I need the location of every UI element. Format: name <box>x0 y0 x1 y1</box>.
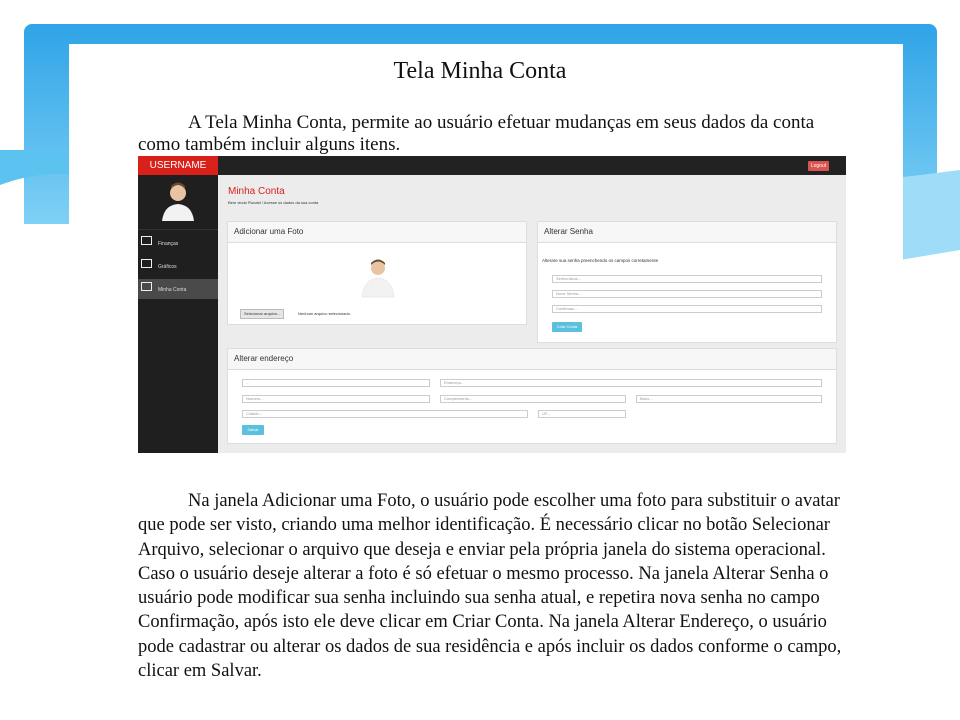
neighborhood-field[interactable]: Bairo... <box>636 395 822 403</box>
sidebar-item-graficos[interactable]: Gráficos <box>138 256 218 276</box>
create-account-button[interactable]: Criar Conta <box>552 322 582 332</box>
confirm-password-field[interactable]: Confirmac... <box>552 305 822 313</box>
select-file-button[interactable]: Selecionar arquivo... <box>240 309 285 319</box>
address-panel-title: Alterar endereço <box>228 349 836 370</box>
sidebar-item-label: Minha Conta <box>158 287 187 293</box>
number-field[interactable]: Numero... <box>242 395 430 403</box>
street-field[interactable]: Endereço... <box>440 379 822 387</box>
app-sidebar: Finanças Gráficos Minha Conta <box>138 175 218 453</box>
city-field[interactable]: Cidade... <box>242 410 528 418</box>
address-field-1[interactable]: ... <box>242 379 430 387</box>
page-subtitle: Bem vindo Ronald ! Acesse os dados da su… <box>228 200 319 205</box>
photo-panel-title: Adicionar uma Foto <box>228 222 526 243</box>
table-icon <box>141 236 152 245</box>
user-avatar-icon <box>162 182 194 221</box>
password-panel-note: Alterare sua senha preenchendo os campos… <box>542 258 659 263</box>
decorative-wave-left <box>0 150 80 185</box>
page-title: Minha Conta <box>228 186 285 197</box>
current-password-field[interactable]: Senha Atual... <box>552 275 822 283</box>
state-field[interactable]: UF... <box>538 410 626 418</box>
document-body: Na janela Adicionar uma Foto, o usuário … <box>138 491 842 682</box>
monitor-icon <box>141 282 152 291</box>
complement-field[interactable]: Complemento... <box>440 395 626 403</box>
sidebar-item-label: Finanças <box>158 241 179 247</box>
password-panel: Alterar Senha Alterare sua senha preench… <box>537 221 837 343</box>
sidebar-avatar <box>138 175 218 230</box>
document-intro: A Tela Minha Conta, permite ao usuário e… <box>138 112 815 155</box>
address-panel: Alterar endereço ... Endereço... Numero.… <box>227 348 837 444</box>
app-screenshot: USERNAME Logout Finanças Gráficos Minha … <box>138 156 846 453</box>
sidebar-item-label: Gráficos <box>158 264 177 270</box>
sidebar-item-minha-conta[interactable]: Minha Conta <box>138 279 218 299</box>
document-title: Tela Minha Conta <box>393 58 567 84</box>
new-password-field[interactable]: Nova Senha... <box>552 290 822 298</box>
save-button[interactable]: Salvar <box>242 425 264 435</box>
file-status: Nenhum arquivo selecionado. <box>298 311 351 316</box>
password-panel-title: Alterar Senha <box>538 222 836 243</box>
photo-panel: Adicionar uma Foto Selecionar arquivo...… <box>227 221 527 325</box>
logout-button[interactable]: Logout <box>808 161 829 171</box>
photo-preview-avatar-icon <box>361 259 395 298</box>
bar-chart-icon <box>141 259 152 268</box>
sidebar-item-financas[interactable]: Finanças <box>138 233 218 253</box>
app-topbar: USERNAME Logout <box>138 156 846 175</box>
app-brand[interactable]: USERNAME <box>138 156 218 175</box>
app-main: Minha Conta Bem vindo Ronald ! Acesse os… <box>218 175 846 453</box>
